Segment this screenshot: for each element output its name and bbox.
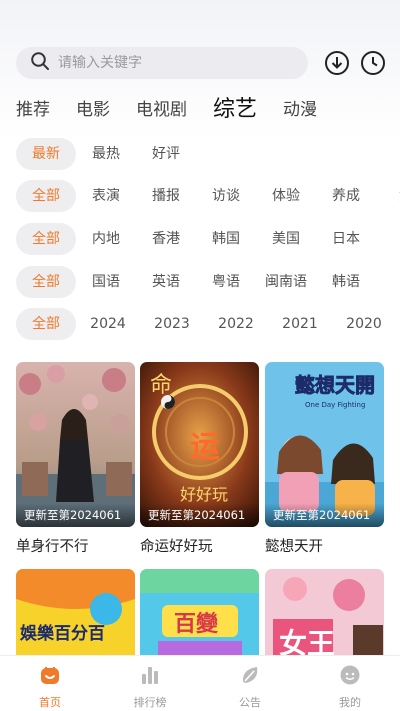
poster-text: 命	[150, 373, 172, 398]
nav-profile[interactable]: 我的	[300, 656, 400, 711]
card-title: 懿想天开	[265, 539, 323, 555]
poster-image[interactable]: 百變	[140, 569, 259, 659]
filter-year-item[interactable]: 2024	[76, 308, 140, 340]
leaf-icon	[239, 664, 261, 690]
filter-region-item[interactable]: 日本	[316, 223, 376, 255]
filter-language-item[interactable]: 闽南语	[256, 266, 316, 298]
search-input[interactable]	[58, 55, 278, 71]
poster-image[interactable]: 娛樂百分百	[16, 569, 135, 659]
card-title: 单身行不行	[16, 539, 89, 555]
filter-type-item[interactable]: 表演	[76, 180, 136, 212]
filter-row-type: 全部 表演 播报 访谈 体验 养成 游	[16, 180, 400, 212]
nav-ranking[interactable]: 排行榜	[100, 656, 200, 711]
poster-text: One Day Fighting	[305, 401, 365, 409]
poster-image: 更新至第2024061	[16, 362, 135, 527]
filter-language-all[interactable]: 全部	[16, 266, 76, 298]
tab-recommend[interactable]: 推荐	[16, 96, 50, 124]
filter-type-item[interactable]: 播报	[136, 180, 196, 212]
poster-text: 运	[190, 430, 220, 465]
filter-year-all[interactable]: 全部	[16, 308, 76, 340]
filter-type-item[interactable]: 游	[376, 180, 400, 212]
filter-year-item[interactable]: 2022	[204, 308, 268, 340]
search-box[interactable]	[16, 47, 308, 79]
filter-year-item[interactable]: 2023	[140, 308, 204, 340]
nav-label: 排行榜	[133, 696, 167, 709]
poster-image[interactable]: 女王	[265, 569, 384, 659]
tab-variety[interactable]: 综艺	[213, 96, 257, 124]
nav-label: 公告	[239, 696, 261, 709]
filter-type-item[interactable]: 访谈	[196, 180, 256, 212]
user-face-icon	[339, 664, 361, 690]
nav-home[interactable]: 首页	[0, 656, 100, 711]
update-badge: 更新至第2024061	[16, 503, 135, 527]
history-clock-icon[interactable]	[360, 50, 386, 76]
search-icon	[30, 51, 50, 75]
tab-movie[interactable]: 电影	[76, 96, 110, 124]
tab-tv-series[interactable]: 电视剧	[136, 96, 187, 124]
category-tabs: 推荐 电影 电视剧 综艺 动漫	[16, 94, 400, 124]
bar-chart-icon	[139, 664, 161, 690]
search-row	[16, 46, 388, 80]
home-icon	[39, 664, 61, 690]
filter-region-item[interactable]: 香港	[136, 223, 196, 255]
filter-row-region: 全部 内地 香港 韩国 美国 日本 台	[16, 223, 400, 255]
show-card[interactable]: 更新至第2024061 单身行不行	[16, 362, 135, 556]
filter-region-item[interactable]: 台	[376, 223, 400, 255]
filter-region-item[interactable]: 内地	[76, 223, 136, 255]
filter-row-sort: 最新 最热 好评	[16, 138, 400, 170]
filter-language-item[interactable]: 粤语	[196, 266, 256, 298]
filter-year-item[interactable]: 2020	[332, 308, 396, 340]
nav-label: 首页	[39, 696, 61, 709]
filter-sort-hot[interactable]: 最热	[76, 138, 136, 170]
poster-image: 命 运 好好玩 更新至第2024061	[140, 362, 259, 527]
poster-text: 好好玩	[180, 485, 228, 504]
update-badge: 更新至第2024061	[140, 503, 259, 527]
poster-text: 娛樂百分百	[19, 623, 105, 644]
filter-region-item[interactable]: 韩国	[196, 223, 256, 255]
nav-announcement[interactable]: 公告	[200, 656, 300, 711]
show-card[interactable]: 命 运 好好玩 更新至第2024061 命运好好玩	[140, 362, 259, 556]
update-badge: 更新至第2024061	[265, 503, 384, 527]
filter-type-all[interactable]: 全部	[16, 180, 76, 212]
nav-label: 我的	[339, 696, 361, 709]
filter-language-item[interactable]: 韩语	[316, 266, 376, 298]
filter-region-item[interactable]: 美国	[256, 223, 316, 255]
filter-row-year: 全部 2024 2023 2022 2021 2020	[16, 308, 400, 340]
filter-sort-latest[interactable]: 最新	[16, 138, 76, 170]
card-title: 命运好好玩	[140, 539, 213, 555]
show-card[interactable]: 懿想天開 One Day Fighting 更新至第2024061 懿想天开	[265, 362, 384, 556]
filter-language-item[interactable]: 英语	[136, 266, 196, 298]
poster-text: 百變	[174, 611, 219, 637]
filter-type-item[interactable]: 养成	[316, 180, 376, 212]
poster-image: 懿想天開 One Day Fighting 更新至第2024061	[265, 362, 384, 527]
filter-language-item[interactable]: 国语	[76, 266, 136, 298]
bottom-nav: 首页 排行榜 公告 我的	[0, 655, 400, 711]
filter-year-item[interactable]: 2021	[268, 308, 332, 340]
filter-region-all[interactable]: 全部	[16, 223, 76, 255]
filter-sort-rating[interactable]: 好评	[136, 138, 196, 170]
tab-anime[interactable]: 动漫	[283, 96, 317, 124]
filter-type-item[interactable]: 体验	[256, 180, 316, 212]
poster-text: 懿想天開	[295, 373, 375, 397]
download-icon[interactable]	[324, 50, 350, 76]
filter-row-language: 全部 国语 英语 粤语 闽南语 韩语	[16, 266, 400, 298]
